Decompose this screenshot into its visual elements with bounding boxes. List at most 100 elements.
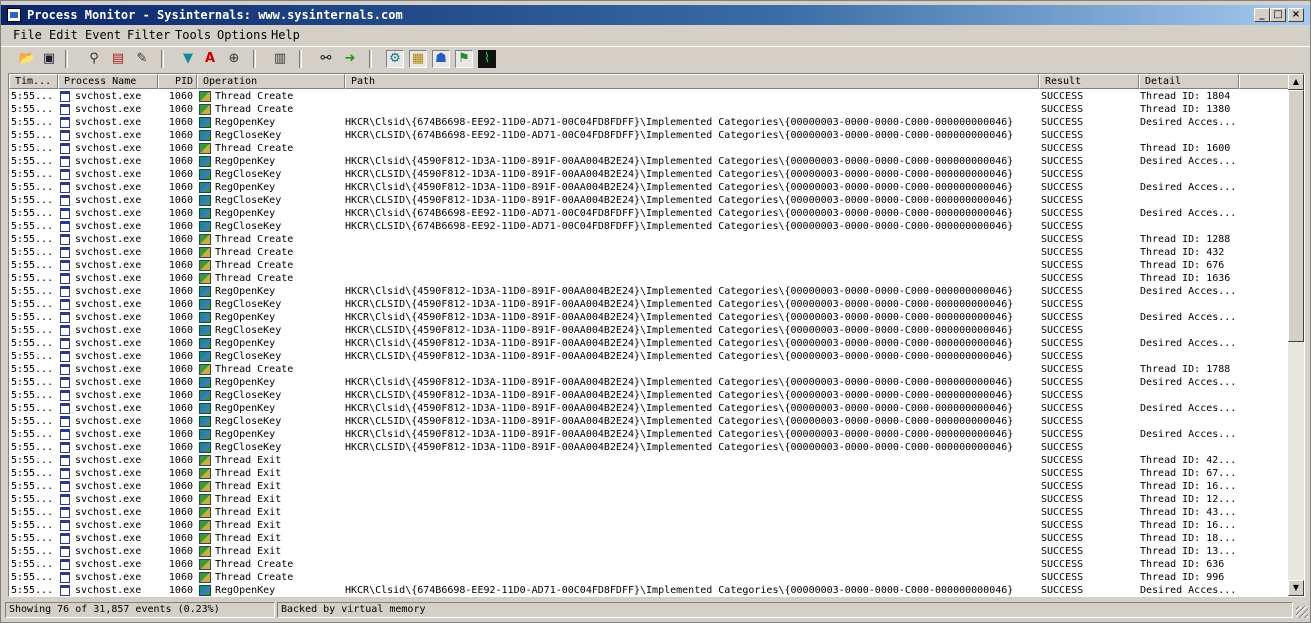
table-row[interactable]: 5:55... svchost.exe 1060 RegCloseKey HKCR\CL…	[9, 220, 1289, 233]
table-row[interactable]: 5:55... svchost.exe 1060 RegCloseKey HKCR\CL…	[9, 350, 1289, 363]
find-icon[interactable]: ⚯	[317, 50, 335, 68]
table-row[interactable]: 5:55... svchost.exe 1060 Thread Create SUCCE…	[9, 246, 1289, 259]
table-row[interactable]: 5:55... svchost.exe 1060 Thread Exit SUCCESS…	[9, 532, 1289, 545]
table-row[interactable]: 5:55... svchost.exe 1060 Thread Create SUCCE…	[9, 558, 1289, 571]
menu-edit[interactable]: Edit	[49, 28, 78, 42]
table-row[interactable]: 5:55... svchost.exe 1060 RegOpenKey HKCR\Cls…	[9, 116, 1289, 129]
autoscroll-icon[interactable]: ▤	[109, 50, 127, 68]
clear-icon[interactable]: ✎	[133, 50, 151, 68]
table-row[interactable]: 5:55... svchost.exe 1060 RegOpenKey HKCR\Cls…	[9, 207, 1289, 220]
table-row[interactable]: 5:55... svchost.exe 1060 Thread Exit SUCCESS…	[9, 480, 1289, 493]
maximize-button[interactable]: □	[1270, 8, 1286, 22]
table-row[interactable]: 5:55... svchost.exe 1060 Thread Create SUCCE…	[9, 142, 1289, 155]
scroll-down-button[interactable]: ▼	[1288, 580, 1304, 596]
table-row[interactable]: 5:55... svchost.exe 1060 RegOpenKey HKCR\Cls…	[9, 285, 1289, 298]
table-row[interactable]: 5:55... svchost.exe 1060 RegOpenKey HKCR\Cls…	[9, 181, 1289, 194]
table-row[interactable]: 5:55... svchost.exe 1060 Thread Exit SUCCESS…	[9, 506, 1289, 519]
menu-tools[interactable]: Tools	[175, 28, 211, 42]
event-list[interactable]: Tim... Process Name PID Operation Path R…	[8, 73, 1305, 597]
show-registry-icon[interactable]: ⚙	[386, 50, 404, 68]
highlight-icon[interactable]: A	[201, 50, 219, 68]
registry-icon	[199, 195, 211, 206]
target-icon[interactable]: ⊕	[225, 50, 243, 68]
table-row[interactable]: 5:55... svchost.exe 1060 Thread Create SUCCE…	[9, 90, 1289, 103]
column-header-operation[interactable]: Operation	[197, 74, 345, 89]
cell-result: SUCCESS	[1041, 429, 1084, 440]
show-filesystem-icon[interactable]: ▦	[409, 50, 427, 68]
thread-icon	[199, 143, 211, 154]
menu-help[interactable]: Help	[271, 28, 300, 42]
open-icon[interactable]: 📂	[18, 50, 36, 68]
menu-event[interactable]: Event	[85, 28, 121, 42]
table-row[interactable]: 5:55... svchost.exe 1060 RegOpenKey HKCR\Cls…	[9, 428, 1289, 441]
table-row[interactable]: 5:55... svchost.exe 1060 Thread Exit SUCCESS…	[9, 467, 1289, 480]
menu-filter[interactable]: Filter	[127, 28, 170, 42]
status-memory: Backed by virtual memory	[277, 602, 1293, 618]
thread-icon	[199, 572, 211, 583]
table-row[interactable]: 5:55... svchost.exe 1060 RegOpenKey HKCR\Cls…	[9, 155, 1289, 168]
table-row[interactable]: 5:55... svchost.exe 1060 Thread Exit SUCCESS…	[9, 454, 1289, 467]
table-row[interactable]: 5:55... svchost.exe 1060 RegOpenKey HKCR\Cls…	[9, 584, 1289, 596]
vertical-scrollbar[interactable]: ▲ ▼	[1288, 74, 1304, 596]
table-row[interactable]: 5:55... svchost.exe 1060 RegOpenKey HKCR\Cls…	[9, 402, 1289, 415]
scroll-up-button[interactable]: ▲	[1288, 74, 1304, 90]
table-row[interactable]: 5:55... svchost.exe 1060 Thread Create SUCCE…	[9, 363, 1289, 376]
cell-detail: Thread ID: 1788	[1140, 364, 1231, 375]
table-row[interactable]: 5:55... svchost.exe 1060 Thread Exit SUCCESS…	[9, 493, 1289, 506]
cell-path: HKCR\Clsid\{4590F812-1D3A-11D0-891F-00AA…	[345, 338, 1014, 349]
column-header-process-name[interactable]: Process Name	[58, 74, 158, 89]
cell-operation: Thread Create	[215, 559, 294, 570]
cell-operation: RegCloseKey	[215, 351, 282, 362]
close-button[interactable]: ×	[1288, 8, 1304, 22]
thread-icon	[199, 520, 211, 531]
jump-icon[interactable]: ➜	[341, 50, 359, 68]
table-row[interactable]: 5:55... svchost.exe 1060 RegCloseKey HKCR\CL…	[9, 389, 1289, 402]
table-row[interactable]: 5:55... svchost.exe 1060 RegOpenKey HKCR\Cls…	[9, 337, 1289, 350]
scroll-thumb[interactable]	[1288, 90, 1304, 342]
cell-pid: 1060	[168, 481, 193, 492]
table-row[interactable]: 5:55... svchost.exe 1060 RegCloseKey HKCR\CL…	[9, 298, 1289, 311]
menu-file[interactable]: File	[13, 28, 42, 42]
cell-detail: Thread ID: 12...	[1140, 494, 1237, 505]
column-header-result[interactable]: Result	[1039, 74, 1139, 89]
table-row[interactable]: 5:55... svchost.exe 1060 Thread Create SUCCE…	[9, 259, 1289, 272]
table-row[interactable]: 5:55... svchost.exe 1060 Thread Exit SUCCESS…	[9, 545, 1289, 558]
thread-icon	[199, 234, 211, 245]
resize-grip[interactable]	[1296, 606, 1308, 618]
title-bar[interactable]: Process Monitor - Sysinternals: www.sysi…	[1, 5, 1310, 25]
cell-operation: RegOpenKey	[215, 403, 276, 414]
show-process-icon[interactable]: ⚑	[455, 50, 473, 68]
save-icon[interactable]: ▣	[40, 50, 58, 68]
table-row[interactable]: 5:55... svchost.exe 1060 RegOpenKey HKCR\Cls…	[9, 311, 1289, 324]
table-row[interactable]: 5:55... svchost.exe 1060 RegCloseKey HKCR\CL…	[9, 441, 1289, 454]
show-network-icon[interactable]: ☗	[432, 50, 450, 68]
cell-operation: Thread Exit	[215, 468, 282, 479]
table-row[interactable]: 5:55... svchost.exe 1060 Thread Create SUCCE…	[9, 571, 1289, 584]
table-row[interactable]: 5:55... svchost.exe 1060 RegCloseKey HKCR\CL…	[9, 324, 1289, 337]
table-row[interactable]: 5:55... svchost.exe 1060 Thread Create SUCCE…	[9, 103, 1289, 116]
column-header-time[interactable]: Tim...	[9, 74, 58, 89]
registry-icon	[199, 390, 211, 401]
process-icon	[60, 156, 70, 167]
properties-icon[interactable]: ▥	[271, 50, 289, 68]
cell-process-name: svchost.exe	[75, 312, 142, 323]
table-row[interactable]: 5:55... svchost.exe 1060 RegCloseKey HKCR\CL…	[9, 415, 1289, 428]
table-row[interactable]: 5:55... svchost.exe 1060 Thread Create SUCCE…	[9, 233, 1289, 246]
table-row[interactable]: 5:55... svchost.exe 1060 RegCloseKey HKCR\CL…	[9, 194, 1289, 207]
table-row[interactable]: 5:55... svchost.exe 1060 Thread Create SUCCE…	[9, 272, 1289, 285]
table-row[interactable]: 5:55... svchost.exe 1060 RegOpenKey HKCR\Cls…	[9, 376, 1289, 389]
minimize-button[interactable]: _	[1254, 8, 1270, 22]
column-header-pid[interactable]: PID	[158, 74, 197, 89]
menu-options[interactable]: Options	[217, 28, 268, 42]
cell-time: 5:55...	[11, 533, 54, 544]
cell-process-name: svchost.exe	[75, 325, 142, 336]
column-header-detail[interactable]: Detail	[1139, 74, 1239, 89]
show-profiling-icon[interactable]: ⌇	[478, 50, 496, 68]
table-row[interactable]: 5:55... svchost.exe 1060 RegCloseKey HKCR\CL…	[9, 129, 1289, 142]
cell-result: SUCCESS	[1041, 390, 1084, 401]
table-row[interactable]: 5:55... svchost.exe 1060 Thread Exit SUCCESS…	[9, 519, 1289, 532]
filter-icon[interactable]: ▼	[179, 50, 197, 68]
column-header-path[interactable]: Path	[345, 74, 1039, 89]
table-row[interactable]: 5:55... svchost.exe 1060 RegCloseKey HKCR\CL…	[9, 168, 1289, 181]
magnifier-icon[interactable]: ⚲	[85, 50, 103, 68]
